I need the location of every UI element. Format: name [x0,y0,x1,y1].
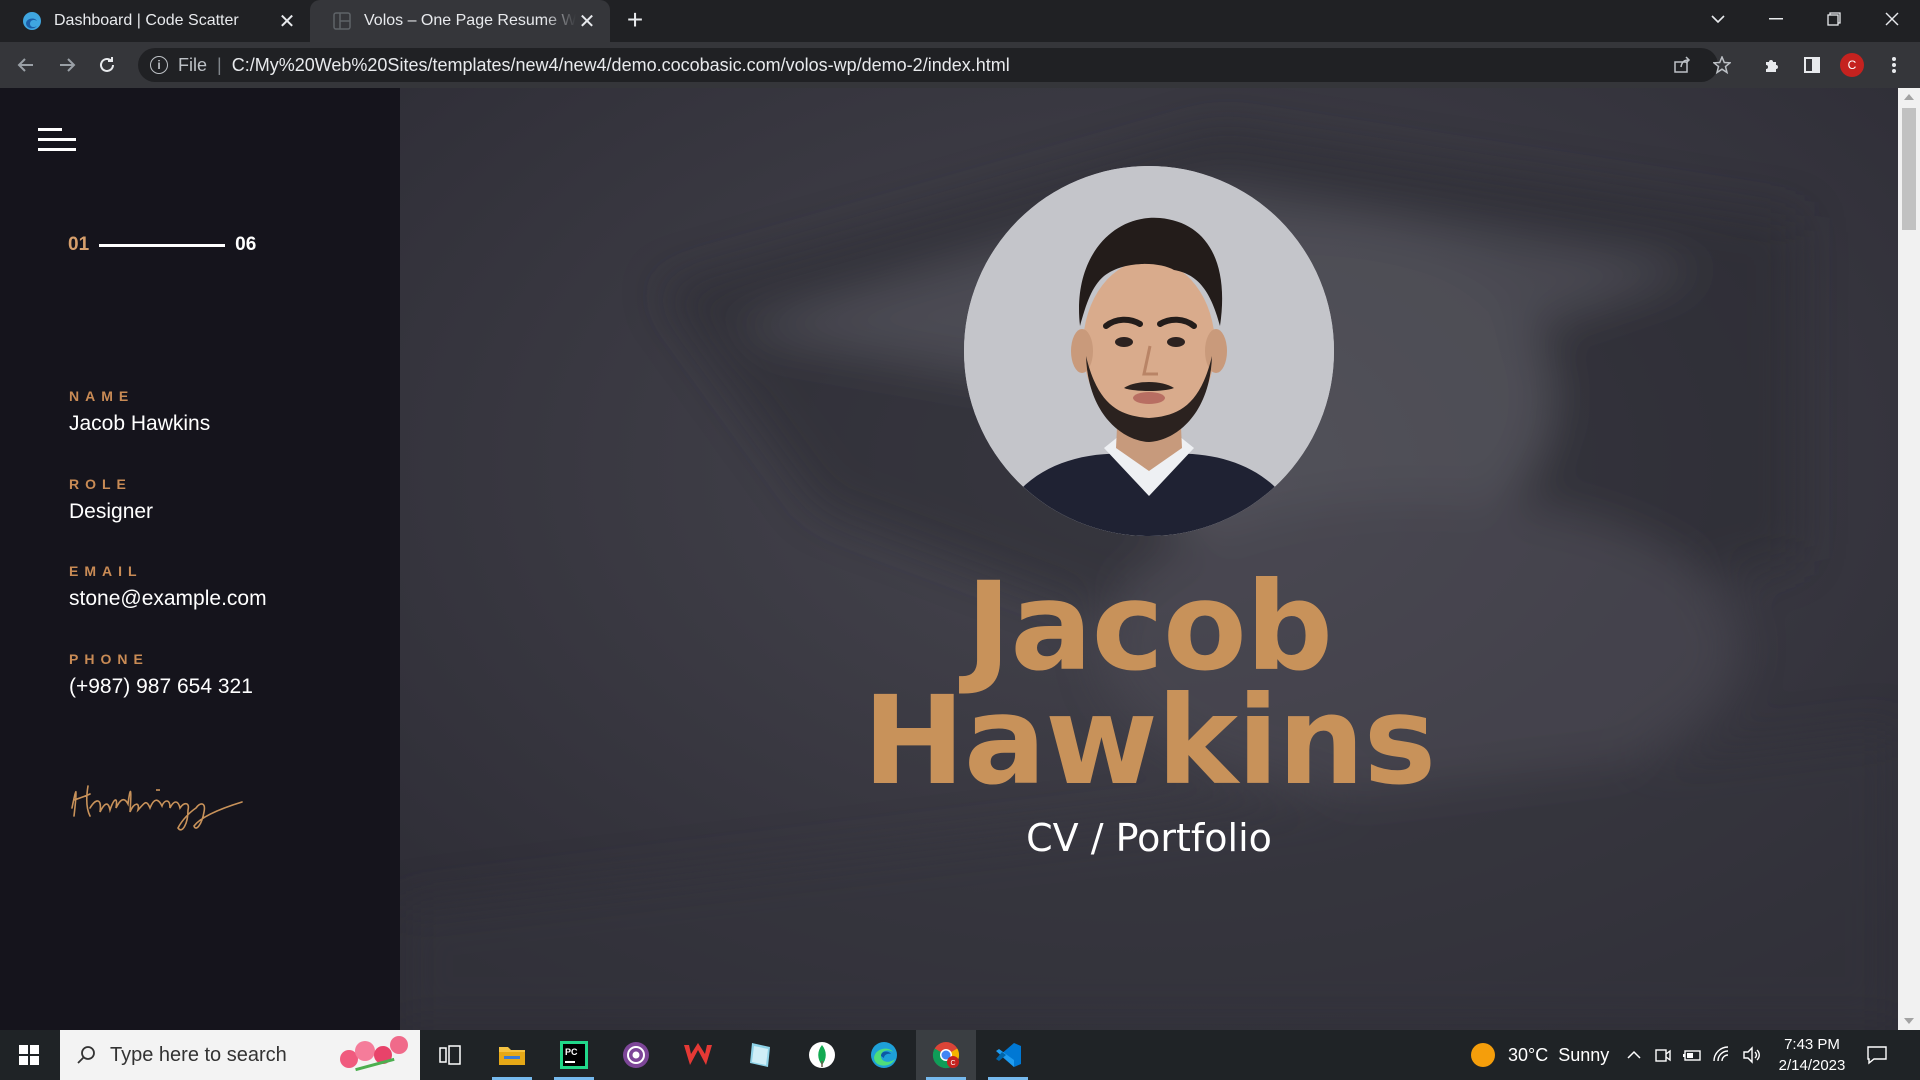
sidebar: 01 06 NAME Jacob Hawkins ROLE Designer E… [0,88,400,1030]
weather-temp: 30°C [1508,1044,1549,1065]
notes-app-icon[interactable] [730,1030,790,1080]
sun-icon [1471,1043,1495,1067]
browser-tab-strip: Dashboard | Code Scatter ✕ Volos – One P… [0,0,1920,42]
browser-toolbar: i File | C:/My%20Web%20Sites/templates/n… [0,42,1920,88]
meet-now-icon[interactable] [1654,1046,1672,1064]
tab-volos[interactable]: Volos – One Page Resume WordPress Theme … [310,0,610,42]
mongodb-compass-icon[interactable] [792,1030,852,1080]
forward-arrow-icon[interactable] [51,49,83,81]
section-counter: 01 06 [68,234,256,256]
chrome-browser-icon[interactable]: C [916,1030,976,1080]
signature-image [66,768,286,843]
vscode-icon[interactable] [978,1030,1038,1080]
edge-favicon-icon [22,11,42,31]
windows-start-icon[interactable] [0,1030,58,1080]
tab-title: Dashboard | Code Scatter [54,12,239,29]
tab-search-icon[interactable] [1690,0,1746,38]
counter-progress-line [99,243,226,247]
weather-condition: Sunny [1558,1044,1610,1065]
info-phone: PHONE (+987) 987 654 321 [69,651,253,699]
search-placeholder: Type here to search [110,1043,287,1066]
info-value: Designer [69,500,154,523]
tab-title: Volos – One Page Resume WordPress Theme [364,12,576,29]
info-name: NAME Jacob Hawkins [69,388,210,436]
system-clock[interactable]: 7:43 PM 2/14/2023 [1762,1034,1862,1076]
clock-date: 2/14/2023 [1778,1057,1846,1074]
hero-subtitle: CV / Portfolio [1026,816,1272,860]
close-tab-icon[interactable]: ✕ [276,10,298,33]
extensions-icon[interactable] [1756,49,1788,81]
info-value: Jacob Hawkins [69,412,211,435]
clock-time: 7:43 PM [1784,1036,1840,1053]
system-tray [1626,1030,1762,1080]
edge-browser-icon[interactable] [854,1030,914,1080]
back-arrow-icon[interactable] [10,49,42,81]
site-info-icon[interactable]: i [150,56,168,74]
info-label: PHONE [69,651,149,667]
page-scrollbar[interactable] [1898,88,1920,1030]
menu-hamburger-icon[interactable] [38,128,76,152]
info-label: EMAIL [69,563,143,579]
page-favicon-icon [332,11,352,31]
svg-text:PC: PC [565,1047,578,1057]
file-explorer-icon[interactable] [482,1030,542,1080]
chevron-up-icon[interactable] [1626,1047,1642,1063]
address-bar[interactable]: i File | C:/My%20Web%20Sites/templates/n… [138,48,1718,82]
pycharm-icon[interactable]: PC [544,1030,604,1080]
hero-last-name: Hawkins [862,670,1437,812]
scroll-up-arrow-icon[interactable] [1904,94,1914,100]
minimize-button[interactable] [1748,0,1804,38]
page-viewport: 01 06 NAME Jacob Hawkins ROLE Designer E… [0,88,1898,1030]
tor-browser-icon[interactable] [606,1030,666,1080]
scheme-label: File [178,54,208,75]
reload-icon[interactable] [91,49,123,81]
notifications-icon[interactable] [1866,1030,1888,1080]
scheme-separator: | [217,54,222,75]
profile-photo [964,166,1334,536]
counter-total: 06 [235,234,257,255]
restore-button[interactable] [1806,0,1862,38]
side-panel-icon[interactable] [1796,49,1828,81]
weather-widget[interactable]: 30°C Sunny [1470,1030,1609,1080]
share-icon[interactable] [1666,49,1698,81]
windows-taskbar: Type here to search PC C 30°C Sunny 7:43… [0,1030,1920,1080]
info-role: ROLE Designer [69,476,153,524]
info-label: NAME [69,388,135,404]
new-tab-button[interactable]: + [620,6,650,36]
hero-section: Jacob Hawkins CV / Portfolio [400,88,1898,1030]
close-window-button[interactable] [1864,0,1920,38]
volume-icon[interactable] [1742,1046,1762,1064]
wps-office-icon[interactable] [668,1030,728,1080]
battery-icon[interactable] [1682,1046,1702,1064]
taskbar-search-input[interactable]: Type here to search [60,1030,420,1080]
wifi-icon[interactable] [1712,1046,1732,1064]
counter-current: 01 [68,234,90,255]
scrollbar-thumb[interactable] [1902,108,1916,230]
flowers-decoration-icon [339,1036,408,1072]
scroll-down-arrow-icon[interactable] [1904,1018,1914,1024]
info-label: ROLE [69,476,132,492]
task-view-icon[interactable] [420,1030,480,1080]
close-tab-icon[interactable]: ✕ [576,10,598,33]
url-text: C:/My%20Web%20Sites/templates/new4/new4/… [231,54,1010,75]
info-value: (+987) 987 654 321 [69,675,253,698]
bookmark-star-icon[interactable] [1706,49,1738,81]
search-icon [77,1046,95,1064]
tab-dashboard[interactable]: Dashboard | Code Scatter ✕ [0,0,310,42]
menu-kebab-icon[interactable] [1878,49,1910,81]
info-value: stone@example.com [69,587,267,610]
info-email: EMAIL stone@example.com [69,563,267,611]
svg-text:C: C [951,1060,956,1067]
profile-avatar[interactable]: C [1840,53,1864,77]
